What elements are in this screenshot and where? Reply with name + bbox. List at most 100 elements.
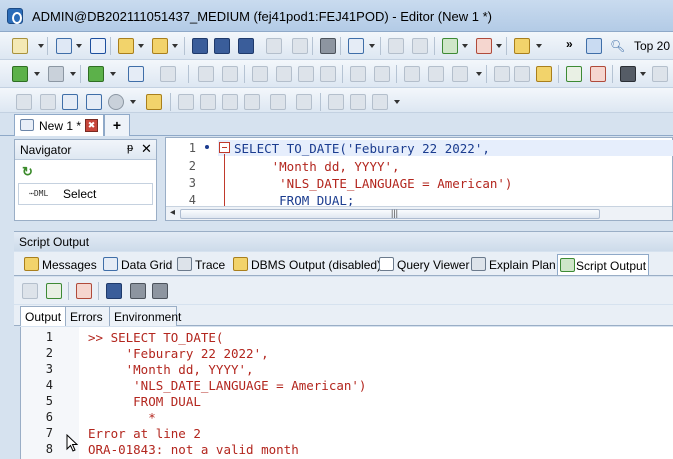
fold-collapse-icon[interactable] <box>219 142 230 153</box>
tab-query-viewer[interactable]: Query Viewer <box>379 254 475 275</box>
chevron-down-icon[interactable] <box>70 72 76 76</box>
tab-new-1[interactable]: New 1 * ✖ <box>14 114 104 136</box>
pin-output-icon[interactable] <box>22 283 38 299</box>
compare-icon[interactable] <box>244 94 260 110</box>
edit-connection-icon[interactable] <box>12 38 28 54</box>
chevron-down-icon[interactable] <box>38 44 44 48</box>
search-icon[interactable]: 🔍︎ <box>610 39 625 53</box>
undo-icon[interactable] <box>266 38 282 54</box>
save-as-icon[interactable] <box>214 38 230 54</box>
uppercase-icon[interactable] <box>494 66 510 82</box>
db-disconnect-icon[interactable] <box>476 38 492 54</box>
clear-output-icon[interactable] <box>76 283 92 299</box>
find-next-icon[interactable] <box>652 66 668 82</box>
checklist-icon[interactable] <box>566 66 582 82</box>
sql-recent-icon[interactable] <box>586 38 602 54</box>
copy-icon[interactable] <box>412 38 428 54</box>
cart-icon[interactable] <box>328 94 344 110</box>
sql-history-icon[interactable] <box>348 38 364 54</box>
save-all-icon[interactable] <box>238 38 254 54</box>
chevron-down-icon[interactable] <box>462 44 468 48</box>
resume-icon[interactable] <box>350 66 366 82</box>
chevron-down-icon[interactable] <box>369 44 375 48</box>
tab-output[interactable]: Output <box>20 306 66 326</box>
binoculars-icon[interactable] <box>620 66 636 82</box>
snippets-icon[interactable] <box>222 94 238 110</box>
save-icon[interactable] <box>192 38 208 54</box>
report-icon[interactable] <box>86 94 102 110</box>
redo-icon[interactable] <box>292 38 308 54</box>
extensions-icon[interactable] <box>350 94 366 110</box>
open-icon[interactable] <box>130 283 146 299</box>
chevron-down-icon[interactable] <box>110 72 116 76</box>
navigator-item-select[interactable]: ⋯DML Select <box>18 183 153 205</box>
db-connect-icon[interactable] <box>442 38 458 54</box>
profile-icon[interactable] <box>452 66 468 82</box>
step-over-icon[interactable] <box>252 66 268 82</box>
open-recent-icon[interactable] <box>152 38 168 54</box>
breakpoint-icon[interactable] <box>178 94 194 110</box>
scroll-left-icon[interactable]: ◂ <box>170 207 175 218</box>
step-into-icon[interactable] <box>276 66 292 82</box>
suspend-icon[interactable] <box>374 66 390 82</box>
terminate-icon[interactable] <box>428 66 444 82</box>
tab-messages[interactable]: Messages <box>24 254 106 275</box>
tab-dbms-output[interactable]: DBMS Output (disabled) <box>233 254 383 275</box>
monitor-sessions-icon[interactable] <box>62 94 78 110</box>
sql-editor[interactable]: 1 2 3 4 SELECT TO_DATE('Feburary 22 2022… <box>165 137 673 221</box>
run-statement-icon[interactable] <box>12 66 28 82</box>
chevron-down-icon[interactable] <box>640 72 646 76</box>
format-icon[interactable] <box>514 66 530 82</box>
new-icon[interactable] <box>90 38 106 54</box>
scrollbar-thumb[interactable]: ||| <box>180 208 600 219</box>
preferences-icon[interactable] <box>372 94 388 110</box>
tab-script-output[interactable]: Script Output <box>557 254 649 275</box>
step-out-icon[interactable] <box>298 66 314 82</box>
print-icon[interactable] <box>320 38 336 54</box>
chevron-down-icon[interactable] <box>130 100 136 104</box>
tab-errors[interactable]: Errors <box>65 306 110 326</box>
eraser-icon[interactable] <box>590 66 606 82</box>
autotrace-icon[interactable] <box>160 66 176 82</box>
variables-icon[interactable] <box>222 66 238 82</box>
print-icon[interactable] <box>152 283 168 299</box>
migrate-icon[interactable] <box>270 94 286 110</box>
top-20-label[interactable]: Top 20 <box>634 39 670 53</box>
checklist-icon[interactable] <box>46 283 62 299</box>
chevron-down-icon[interactable] <box>76 44 82 48</box>
open-folder-icon[interactable] <box>118 38 134 54</box>
play-circle-icon[interactable] <box>108 94 124 110</box>
pause-icon[interactable] <box>404 66 420 82</box>
save-icon[interactable] <box>106 283 122 299</box>
chevron-down-icon[interactable] <box>476 72 482 76</box>
refresh-icon[interactable]: ↻ <box>22 164 163 180</box>
chevron-down-icon[interactable] <box>394 100 400 104</box>
chevron-down-icon[interactable] <box>496 44 502 48</box>
commit-icon[interactable] <box>88 66 104 82</box>
run-script-icon[interactable] <box>48 66 64 82</box>
pin-icon[interactable] <box>40 94 56 110</box>
tab-trace[interactable]: Trace <box>177 254 237 275</box>
step-return-icon[interactable] <box>320 66 336 82</box>
indent-icon[interactable] <box>16 94 32 110</box>
explain-plan-icon[interactable] <box>128 66 144 82</box>
new-tab-button[interactable]: + <box>104 114 130 136</box>
chevron-down-icon[interactable] <box>138 44 144 48</box>
chevron-down-icon[interactable] <box>536 44 542 48</box>
data-modeler-icon[interactable] <box>296 94 312 110</box>
script-output-pane[interactable]: 1 2 3 4 5 6 7 8 >> SELECT TO_DATE( 'Febu… <box>20 327 673 459</box>
debug-icon[interactable] <box>198 66 214 82</box>
toolbar-overflow-chevron[interactable]: » <box>566 37 573 51</box>
unit-test-icon[interactable] <box>200 94 216 110</box>
clear-icon[interactable] <box>536 66 552 82</box>
package-icon[interactable] <box>514 38 530 54</box>
horizontal-scrollbar[interactable]: ◂ ||| <box>166 206 672 220</box>
chevron-down-icon[interactable] <box>34 72 40 76</box>
tuning-icon[interactable] <box>146 94 162 110</box>
close-tab-icon[interactable]: ✖ <box>85 119 98 132</box>
sql-worksheet-icon[interactable] <box>56 38 72 54</box>
chevron-down-icon[interactable] <box>172 44 178 48</box>
tab-environment[interactable]: Environment <box>109 306 181 326</box>
tab-explain-plan[interactable]: Explain Plan <box>471 254 559 275</box>
cut-icon[interactable] <box>388 38 404 54</box>
